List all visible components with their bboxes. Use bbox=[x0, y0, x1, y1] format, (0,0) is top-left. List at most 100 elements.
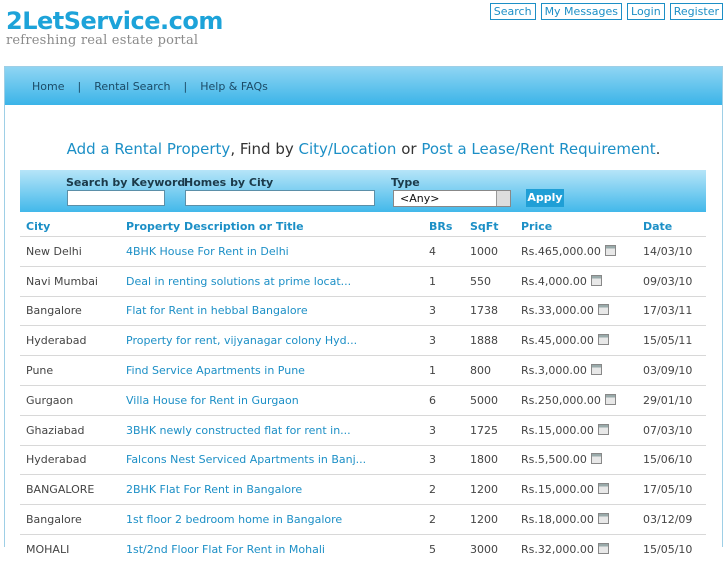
table-row[interactable]: Hyderabad Property for rent, vijyanagar c… bbox=[20, 325, 706, 356]
table-row[interactable]: Gurgaon Villa House for Rent in Gurgaon 6 5… bbox=[20, 384, 706, 416]
cell-date-text: 17/05/10 bbox=[643, 483, 693, 497]
cell-brs-text: 6 bbox=[429, 393, 436, 407]
calculator-icon[interactable] bbox=[604, 393, 616, 405]
register-link[interactable]: Register bbox=[669, 3, 723, 20]
keyword-input[interactable] bbox=[67, 190, 165, 206]
table-row[interactable]: Bangalore Flat for Rent in hebbal Bangalo… bbox=[20, 295, 706, 326]
calculator-icon[interactable] bbox=[604, 244, 616, 256]
cell-title-text[interactable]: Falcons Nest Serviced Apartments in Banj… bbox=[126, 453, 366, 466]
cell-date-text: 07/03/10 bbox=[643, 423, 693, 437]
search-link[interactable]: Search bbox=[489, 3, 536, 20]
cell-title[interactable]: 1st/2nd Floor Flat For Rent in Mohali bbox=[120, 533, 423, 564]
post-requirement-link[interactable]: Post a Lease/Rent Requirement bbox=[421, 140, 655, 158]
nav-separator: | bbox=[183, 79, 188, 93]
add-rental-property-link[interactable]: Add a Rental Property bbox=[67, 140, 231, 158]
cell-price: Rs.3,000.00 bbox=[515, 355, 637, 386]
table-row[interactable]: Ghaziabad 3BHK newly constructed flat for… bbox=[20, 414, 706, 446]
cell-title[interactable]: Property for rent, vijyanagar colony Hyd… bbox=[120, 325, 423, 356]
cell-title[interactable]: 1st floor 2 bedroom home in Bangalore bbox=[120, 504, 423, 535]
cell-title-text[interactable]: Find Service Apartments in Pune bbox=[126, 364, 305, 377]
cell-price: Rs.45,000.00 bbox=[515, 325, 637, 356]
site-logo[interactable]: 2LetService.com refreshing real estate p… bbox=[6, 8, 223, 48]
cell-price: Rs.250,000.00 bbox=[515, 384, 637, 416]
cell-title[interactable]: 4BHK House For Rent in Delhi bbox=[120, 236, 423, 267]
col-price[interactable]: Price bbox=[515, 216, 637, 237]
my-messages-link[interactable]: My Messages bbox=[540, 3, 623, 20]
calculator-icon[interactable] bbox=[590, 274, 602, 286]
cell-price: Rs.465,000.00 bbox=[515, 236, 637, 267]
cell-title-text[interactable]: 4BHK House For Rent in Delhi bbox=[126, 245, 289, 258]
cell-brs: 3 bbox=[423, 295, 464, 326]
dropdown-arrow-icon[interactable] bbox=[496, 191, 510, 206]
cell-date-text: 14/03/10 bbox=[643, 244, 693, 258]
cell-sqft: 1725 bbox=[464, 414, 515, 446]
col-title[interactable]: Property Description or Title bbox=[120, 216, 423, 237]
calculator-icon[interactable] bbox=[597, 423, 609, 435]
calculator-icon[interactable] bbox=[597, 513, 609, 525]
cell-title[interactable]: 3BHK newly constructed flat for rent in.… bbox=[120, 414, 423, 446]
login-link[interactable]: Login bbox=[627, 3, 665, 20]
nav-separator: | bbox=[77, 79, 82, 93]
col-city[interactable]: City bbox=[20, 216, 120, 237]
cell-title[interactable]: Deal in renting solutions at prime locat… bbox=[120, 265, 423, 297]
cell-sqft-text: 5000 bbox=[470, 393, 498, 407]
apply-button[interactable]: Apply bbox=[526, 189, 564, 207]
cell-date: 14/03/10 bbox=[637, 236, 706, 267]
table-row[interactable]: MOHALI 1st/2nd Floor Flat For Rent in Moh… bbox=[20, 533, 706, 564]
calculator-icon[interactable] bbox=[597, 483, 609, 495]
cell-city: Navi Mumbai bbox=[20, 265, 120, 297]
cell-city-text: BANGALORE bbox=[26, 483, 95, 497]
cell-city: Hyderabad bbox=[20, 325, 120, 356]
nav-home[interactable]: Home bbox=[30, 80, 66, 93]
cell-title[interactable]: Flat for Rent in hebbal Bangalore bbox=[120, 295, 423, 326]
nav-help-faqs[interactable]: Help & FAQs bbox=[198, 80, 270, 93]
cell-date: 17/03/11 bbox=[637, 295, 706, 326]
cell-city-text: Bangalore bbox=[26, 304, 82, 318]
logo-name: 2LetService.com bbox=[6, 7, 223, 35]
cell-title[interactable]: 2BHK Flat For Rent in Bangalore bbox=[120, 474, 423, 505]
table-row[interactable]: Navi Mumbai Deal in renting solutions at … bbox=[20, 265, 706, 297]
find-by-city-link[interactable]: City/Location bbox=[299, 140, 397, 158]
cell-price-text: Rs.15,000.00 bbox=[521, 483, 594, 497]
col-date[interactable]: Date bbox=[637, 216, 706, 237]
table-row[interactable]: Bangalore 1st floor 2 bedroom home in Ban… bbox=[20, 504, 706, 535]
table-row[interactable]: New Delhi 4BHK House For Rent in Delhi 4 10… bbox=[20, 236, 706, 267]
type-select[interactable]: <Any> bbox=[393, 190, 511, 207]
cell-title-text[interactable]: Property for rent, vijyanagar colony Hyd… bbox=[126, 334, 357, 347]
cell-city-text: Hyderabad bbox=[26, 334, 87, 348]
cell-date-text: 15/06/10 bbox=[643, 453, 693, 467]
cell-title[interactable]: Villa House for Rent in Gurgaon bbox=[120, 384, 423, 416]
city-input[interactable] bbox=[185, 190, 375, 206]
cell-sqft-text: 1200 bbox=[470, 513, 498, 527]
calculator-icon[interactable] bbox=[597, 304, 609, 316]
table-row[interactable]: BANGALORE 2BHK Flat For Rent in Bangalore… bbox=[20, 474, 706, 505]
cell-title-text[interactable]: 2BHK Flat For Rent in Bangalore bbox=[126, 483, 302, 496]
table-row[interactable]: Hyderabad Falcons Nest Serviced Apartment… bbox=[20, 444, 706, 475]
calculator-icon[interactable] bbox=[597, 334, 609, 346]
cell-title-text[interactable]: 3BHK newly constructed flat for rent in.… bbox=[126, 424, 351, 437]
col-brs[interactable]: BRs bbox=[423, 216, 464, 237]
nav-rental-search[interactable]: Rental Search bbox=[92, 80, 172, 93]
cell-date: 29/01/10 bbox=[637, 384, 706, 416]
col-sqft[interactable]: SqFt bbox=[464, 216, 515, 237]
cell-sqft-text: 1200 bbox=[470, 483, 498, 497]
cell-title-text[interactable]: Villa House for Rent in Gurgaon bbox=[126, 394, 299, 407]
cell-brs-text: 4 bbox=[429, 244, 436, 258]
calculator-icon[interactable] bbox=[590, 453, 602, 465]
cell-title-text[interactable]: Flat for Rent in hebbal Bangalore bbox=[126, 304, 308, 317]
cell-date-text: 09/03/10 bbox=[643, 274, 693, 288]
cell-title-text[interactable]: 1st floor 2 bedroom home in Bangalore bbox=[126, 513, 342, 526]
headline-text: . bbox=[655, 140, 661, 158]
cell-sqft-text: 550 bbox=[470, 274, 491, 288]
cell-sqft-text: 1888 bbox=[470, 334, 498, 348]
cell-date: 15/05/10 bbox=[637, 533, 706, 564]
cell-title-text[interactable]: Deal in renting solutions at prime locat… bbox=[126, 275, 351, 288]
cell-brs: 1 bbox=[423, 265, 464, 297]
table-row[interactable]: Pune Find Service Apartments in Pune 1 800 R… bbox=[20, 355, 706, 386]
cell-title[interactable]: Find Service Apartments in Pune bbox=[120, 355, 423, 386]
cell-price: Rs.33,000.00 bbox=[515, 295, 637, 326]
calculator-icon[interactable] bbox=[590, 364, 602, 376]
cell-price-text: Rs.33,000.00 bbox=[521, 304, 594, 318]
cell-city-text: Pune bbox=[26, 364, 54, 378]
cell-title[interactable]: Falcons Nest Serviced Apartments in Banj… bbox=[120, 444, 423, 475]
